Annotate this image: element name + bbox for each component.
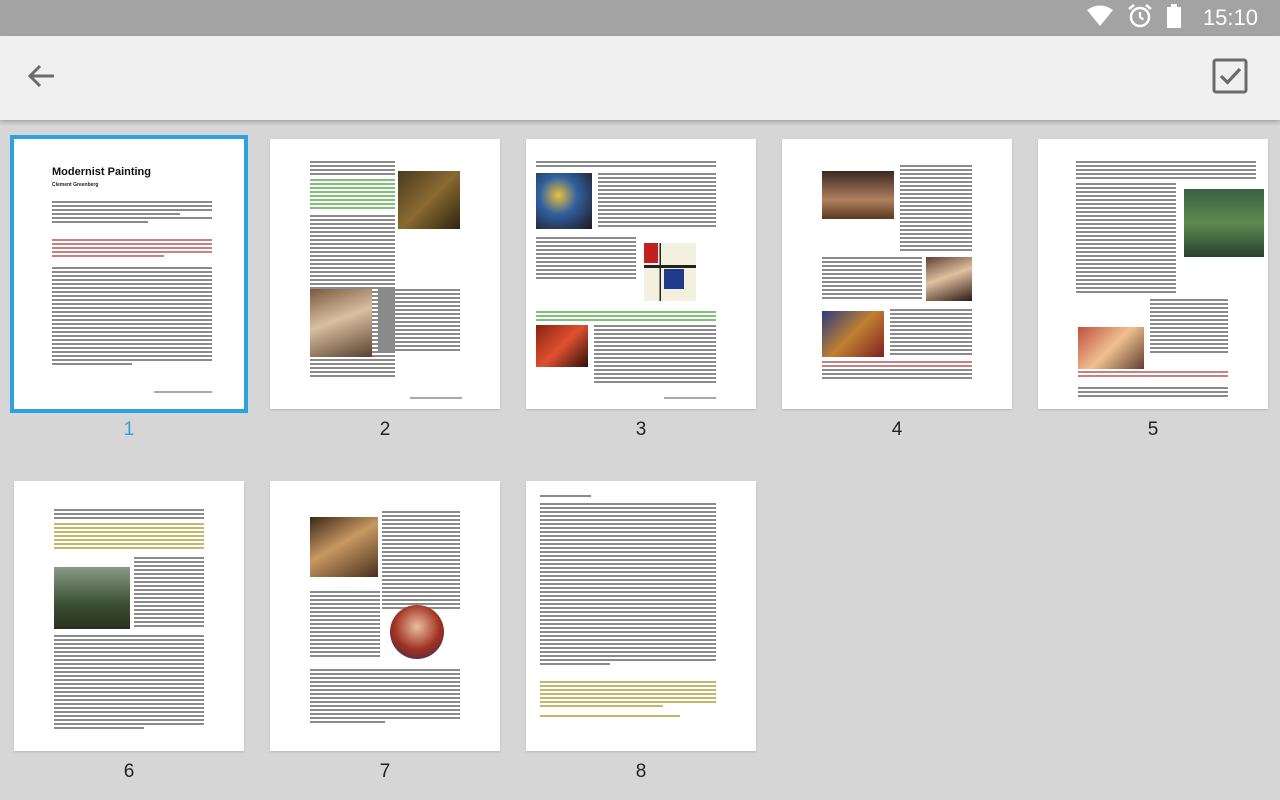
text-block bbox=[890, 309, 972, 357]
painting-image bbox=[536, 173, 592, 229]
highlighted-text-block bbox=[310, 179, 395, 211]
text-block bbox=[540, 495, 710, 499]
text-block bbox=[52, 267, 212, 367]
text-block bbox=[594, 325, 716, 385]
page-footer bbox=[154, 391, 212, 393]
text-block bbox=[540, 503, 716, 667]
text-block bbox=[378, 289, 460, 353]
page-number: 7 bbox=[379, 761, 391, 782]
highlighted-text-block bbox=[52, 239, 212, 259]
page-number: 5 bbox=[1147, 419, 1159, 440]
wifi-icon bbox=[1086, 5, 1113, 32]
back-button[interactable] bbox=[20, 58, 64, 98]
page-number: 2 bbox=[379, 419, 391, 440]
text-block bbox=[134, 557, 204, 629]
page-preview bbox=[14, 481, 244, 751]
page-preview bbox=[1038, 139, 1268, 409]
text-block bbox=[822, 369, 972, 381]
text-block bbox=[822, 257, 922, 301]
page-number: 4 bbox=[891, 419, 903, 440]
painting-image bbox=[390, 605, 444, 659]
page-preview bbox=[526, 481, 756, 751]
text-block bbox=[310, 669, 460, 725]
page-doc-title: Modernist Painting bbox=[52, 166, 151, 178]
status-time: 15:10 bbox=[1202, 5, 1258, 30]
page-footer bbox=[410, 397, 462, 399]
highlighted-text-block bbox=[822, 361, 972, 369]
highlighted-text-block bbox=[1078, 371, 1228, 379]
page-preview: Modernist Painting Clement Greenberg bbox=[10, 135, 248, 413]
text-block bbox=[1150, 299, 1228, 355]
text-block bbox=[310, 161, 395, 177]
page-thumbnail-grid: Modernist Painting Clement Greenberg 1 2… bbox=[0, 120, 1280, 800]
done-button[interactable] bbox=[1208, 58, 1252, 98]
page-number: 1 bbox=[123, 419, 135, 440]
page-number: 8 bbox=[635, 761, 647, 782]
text-block bbox=[1076, 183, 1176, 295]
text-block bbox=[536, 237, 636, 281]
status-bar: 15:10 bbox=[0, 0, 1280, 36]
text-block bbox=[598, 173, 716, 229]
painting-image bbox=[644, 243, 696, 301]
painting-image bbox=[822, 311, 884, 357]
text-block bbox=[310, 591, 380, 659]
app-bar bbox=[0, 36, 1280, 120]
painting-image bbox=[54, 567, 130, 629]
text-block bbox=[54, 509, 204, 521]
text-block bbox=[52, 201, 212, 225]
painting-image bbox=[822, 171, 894, 219]
painting-image bbox=[310, 289, 372, 357]
painting-image bbox=[536, 325, 588, 367]
page-number: 3 bbox=[635, 419, 647, 440]
status-icons: 15:10 bbox=[1086, 0, 1258, 36]
painting-image bbox=[1078, 327, 1144, 369]
page-doc-author: Clement Greenberg bbox=[52, 182, 99, 188]
text-block bbox=[1076, 161, 1256, 181]
highlighted-text-block bbox=[540, 715, 680, 719]
text-block bbox=[1078, 387, 1228, 399]
painting-image bbox=[1184, 189, 1264, 257]
page-preview bbox=[270, 481, 500, 751]
page-number: 6 bbox=[123, 761, 135, 782]
arrow-left-icon bbox=[27, 64, 56, 93]
text-block bbox=[536, 161, 716, 169]
page-preview bbox=[782, 139, 1012, 409]
page-preview bbox=[526, 139, 756, 409]
painting-image bbox=[310, 517, 378, 577]
checkbox-checked-icon bbox=[1212, 58, 1248, 99]
highlighted-text-block bbox=[540, 681, 716, 709]
highlighted-text-block bbox=[536, 311, 716, 323]
text-block bbox=[382, 511, 460, 611]
text-block bbox=[900, 165, 972, 253]
highlighted-text-block bbox=[54, 523, 204, 551]
text-block bbox=[54, 635, 204, 731]
painting-image bbox=[398, 171, 460, 229]
painting-image bbox=[926, 257, 972, 301]
battery-icon bbox=[1166, 3, 1181, 33]
page-footer bbox=[664, 397, 716, 399]
page-preview bbox=[270, 139, 500, 409]
alarm-icon bbox=[1127, 3, 1153, 34]
